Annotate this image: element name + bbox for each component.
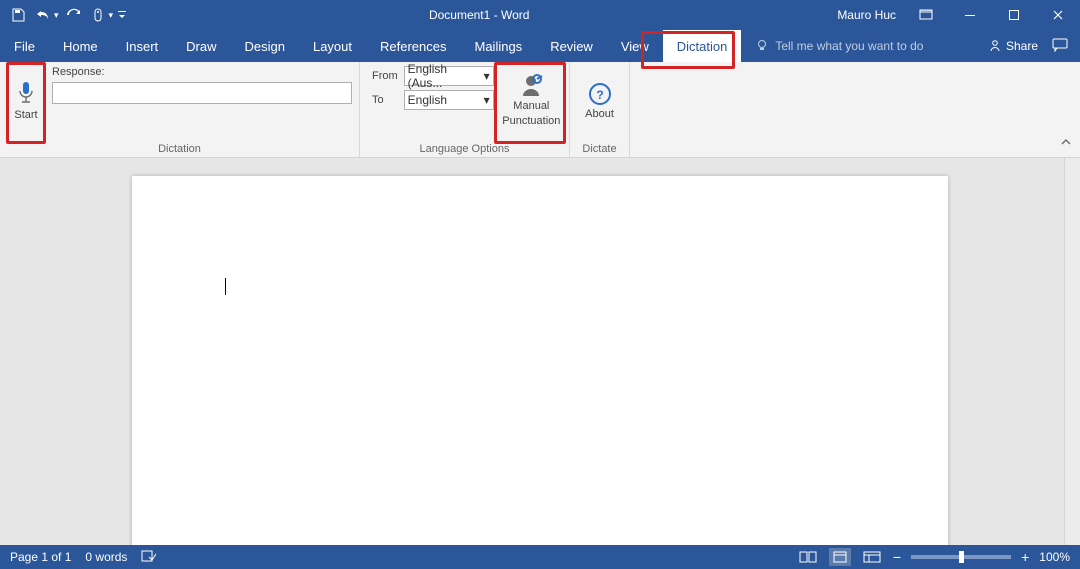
to-label: To: [372, 94, 398, 106]
zoom-thumb[interactable]: [959, 551, 964, 563]
tab-view[interactable]: View: [607, 30, 663, 62]
tab-insert[interactable]: Insert: [112, 30, 173, 62]
zoom-slider[interactable]: [911, 555, 1011, 559]
title-bar: ▾ ▾ Document1 - Word Mauro Huc: [0, 0, 1080, 30]
manual-label-2: Punctuation: [502, 115, 560, 128]
share-label: Share: [1006, 39, 1038, 53]
tab-draw[interactable]: Draw: [172, 30, 230, 62]
from-language-value: English (Aus...: [408, 62, 484, 90]
response-label: Response:: [52, 66, 352, 78]
svg-text:?: ?: [596, 88, 603, 102]
status-page[interactable]: Page 1 of 1: [10, 550, 71, 564]
ribbon-group-dictate: ? About Dictate: [570, 62, 630, 158]
about-icon: ?: [588, 82, 612, 106]
touch-dropdown[interactable]: ▾: [109, 10, 114, 21]
print-layout-button[interactable]: [829, 548, 851, 566]
window-maximize-button[interactable]: [992, 0, 1036, 30]
from-label: From: [372, 70, 398, 82]
chevron-down-icon: ▾: [484, 93, 490, 107]
tab-references[interactable]: References: [366, 30, 460, 62]
ribbon-tabs: File Home Insert Draw Design Layout Refe…: [0, 30, 1080, 62]
comments-button[interactable]: [1052, 38, 1068, 55]
zoom-out-button[interactable]: −: [893, 549, 901, 565]
tab-design[interactable]: Design: [231, 30, 299, 62]
tab-layout[interactable]: Layout: [299, 30, 366, 62]
manual-label-1: Manual: [513, 100, 549, 113]
chevron-down-icon: ▾: [484, 69, 490, 83]
window-title: Document1 - Word: [129, 8, 829, 22]
touch-mouse-mode-button[interactable]: [87, 3, 111, 27]
user-name[interactable]: Mauro Huc: [829, 8, 904, 22]
zoom-in-button[interactable]: +: [1021, 549, 1029, 565]
tab-review[interactable]: Review: [536, 30, 607, 62]
collapse-ribbon-button[interactable]: [1060, 136, 1072, 151]
ribbon-group-label-language: Language Options: [360, 143, 569, 158]
ribbon-group-dictation: Start Response: Dictation: [0, 62, 360, 158]
status-words[interactable]: 0 words: [85, 550, 127, 564]
tab-mailings[interactable]: Mailings: [461, 30, 537, 62]
comment-icon: [1052, 38, 1068, 52]
microphone-icon: [16, 81, 36, 107]
qat-customize-button[interactable]: [115, 3, 129, 27]
title-right: Mauro Huc: [829, 0, 1080, 30]
vertical-scrollbar[interactable]: [1064, 158, 1080, 545]
window-close-button[interactable]: [1036, 0, 1080, 30]
save-button[interactable]: [6, 3, 30, 27]
web-layout-button[interactable]: [861, 548, 883, 566]
ribbon: Start Response: Dictation From English (…: [0, 62, 1080, 158]
tab-file[interactable]: File: [0, 30, 49, 62]
manual-punctuation-icon: [518, 74, 544, 98]
about-button[interactable]: ? About: [576, 66, 623, 136]
ribbon-group-label-dictation: Dictation: [0, 143, 359, 158]
share-icon: [988, 39, 1002, 53]
to-language-value: English: [408, 93, 447, 107]
document-page[interactable]: [132, 176, 948, 545]
window-minimize-button[interactable]: [948, 0, 992, 30]
ribbon-group-language: From English (Aus... ▾ To English ▾: [360, 62, 570, 158]
text-cursor: [225, 278, 226, 295]
tell-me-search[interactable]: Tell me what you want to do: [741, 39, 988, 53]
about-label: About: [585, 108, 614, 121]
start-dictation-button[interactable]: Start: [6, 66, 46, 136]
tab-dictation[interactable]: Dictation: [663, 30, 742, 62]
spellcheck-icon[interactable]: [141, 549, 157, 566]
lightbulb-icon: [755, 39, 769, 53]
undo-button[interactable]: [32, 3, 56, 27]
from-language-dropdown[interactable]: English (Aus... ▾: [404, 66, 494, 86]
response-input[interactable]: [52, 82, 352, 104]
read-mode-button[interactable]: [797, 548, 819, 566]
share-area: Share: [988, 38, 1080, 55]
start-label: Start: [14, 109, 37, 122]
undo-dropdown[interactable]: ▾: [54, 10, 59, 21]
share-button[interactable]: Share: [988, 39, 1038, 53]
quick-access-toolbar: ▾ ▾: [0, 3, 129, 27]
tell-me-placeholder: Tell me what you want to do: [775, 39, 923, 53]
ribbon-group-label-dictate: Dictate: [570, 143, 629, 158]
tab-home[interactable]: Home: [49, 30, 112, 62]
document-area: [0, 158, 1080, 545]
to-language-dropdown[interactable]: English ▾: [404, 90, 494, 110]
redo-button[interactable]: [61, 3, 85, 27]
manual-punctuation-button[interactable]: Manual Punctuation: [500, 66, 563, 136]
zoom-level[interactable]: 100%: [1039, 550, 1070, 564]
status-bar: Page 1 of 1 0 words − + 100%: [0, 545, 1080, 569]
ribbon-display-options-button[interactable]: [904, 0, 948, 30]
